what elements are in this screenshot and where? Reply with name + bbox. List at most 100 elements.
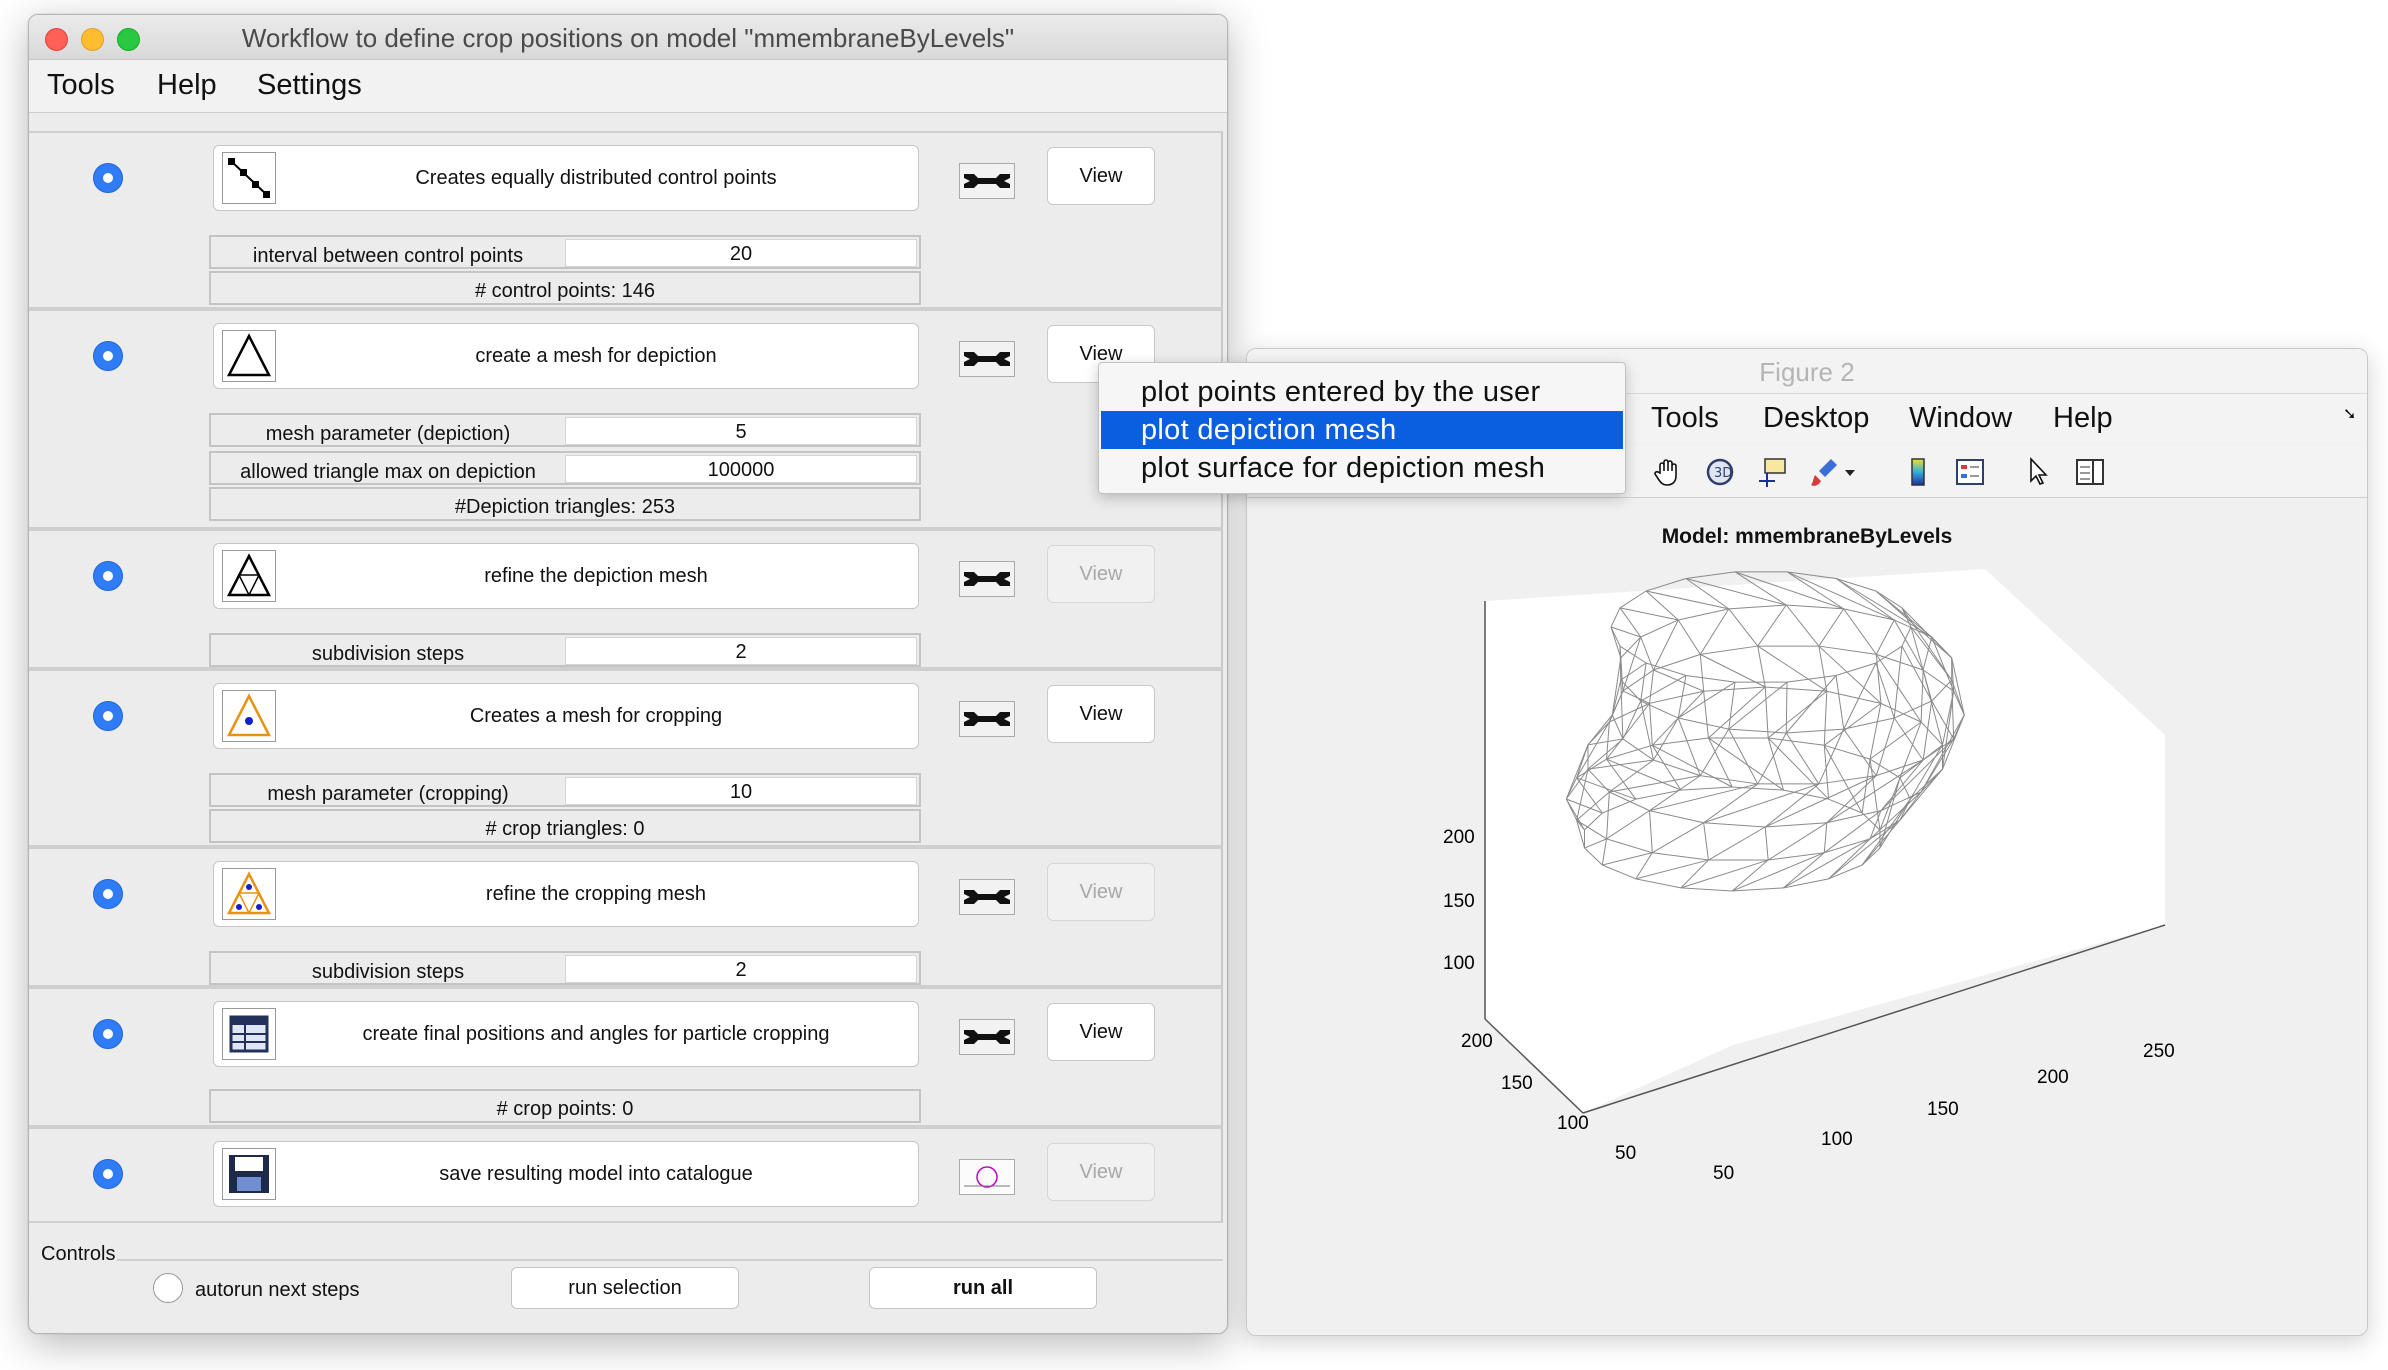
param-input[interactable]: 20 — [565, 239, 917, 267]
step-radio[interactable] — [93, 341, 123, 371]
step-final-positions: create final positions and angles for pa… — [29, 987, 1223, 1127]
x-tick-label: 100 — [1821, 1129, 1853, 1150]
menu-help[interactable]: Help — [157, 69, 217, 102]
pointer-arrow-icon[interactable] — [2021, 455, 2055, 489]
action-button[interactable]: Creates equally distributed control poin… — [213, 145, 919, 211]
data-cursor-icon[interactable] — [1755, 455, 1789, 489]
floppy-disk-icon — [222, 1148, 276, 1200]
view-button[interactable]: View — [1047, 147, 1155, 205]
refine-mesh-icon — [222, 550, 276, 602]
3d-mesh-plot[interactable]: 100 150 200 50 100 150 200 50 100 150 20… — [1247, 499, 2367, 1335]
param-input[interactable]: 2 — [565, 637, 917, 665]
z-tick-label: 100 — [1443, 953, 1475, 974]
property-inspector-icon[interactable] — [2073, 455, 2107, 489]
param-label: subdivision steps — [311, 643, 465, 665]
run-all-button[interactable]: run all — [869, 1267, 1097, 1309]
param-row: mesh parameter (cropping) 10 — [209, 773, 921, 807]
param-input[interactable]: 100000 — [565, 455, 917, 483]
param-label: mesh parameter (cropping) — [267, 783, 509, 805]
autorun-checkbox[interactable] — [153, 1273, 183, 1303]
view-button[interactable]: View — [1047, 1003, 1155, 1061]
y-tick-label: 100 — [1557, 1113, 1589, 1134]
workflow-window: Workflow to define crop positions on mod… — [28, 14, 1228, 1334]
colorbar-icon[interactable] — [1901, 455, 1935, 489]
run-selection-button[interactable]: run selection — [511, 1267, 739, 1309]
wrench-icon[interactable] — [959, 1019, 1015, 1055]
y-tick-label: 200 — [1461, 1031, 1493, 1052]
legend-icon[interactable] — [1953, 455, 1987, 489]
refine-crop-mesh-icon — [222, 868, 276, 920]
wrench-icon[interactable] — [959, 879, 1015, 915]
param-row: interval between control points 20 — [209, 235, 921, 269]
action-button[interactable]: refine the depiction mesh — [213, 543, 919, 609]
figure-menu-tools[interactable]: Tools — [1651, 402, 1719, 435]
step-radio[interactable] — [93, 701, 123, 731]
figure-menu-desktop[interactable]: Desktop — [1763, 402, 1869, 435]
popup-item-plot-surface[interactable]: plot surface for depiction mesh — [1101, 449, 1623, 487]
title-bar: Workflow to define crop positions on mod… — [29, 15, 1227, 60]
figure-menu-window[interactable]: Window — [1909, 402, 2012, 435]
menu-tools[interactable]: Tools — [47, 69, 115, 102]
control-points-icon — [222, 152, 276, 204]
wrench-icon[interactable] — [959, 561, 1015, 597]
menu-settings[interactable]: Settings — [257, 69, 362, 102]
step-radio[interactable] — [93, 879, 123, 909]
info-row: # crop triangles: 0 — [209, 809, 921, 843]
wrench-icon[interactable] — [959, 341, 1015, 377]
rotate-3d-icon[interactable]: 3D — [1703, 455, 1737, 489]
param-input[interactable]: 10 — [565, 777, 917, 805]
autorun-label: autorun next steps — [195, 1279, 360, 1301]
view-button[interactable]: View — [1047, 685, 1155, 743]
action-button[interactable]: create final positions and angles for pa… — [213, 1001, 919, 1067]
steps-panel: Creates equally distributed control poin… — [29, 113, 1227, 1233]
action-label: create final positions and angles for pa… — [362, 1023, 830, 1045]
param-input[interactable]: 5 — [565, 417, 917, 445]
view-button[interactable]: View — [1047, 1143, 1155, 1201]
info-row: # control points: 146 — [209, 271, 921, 305]
x-tick-label: 150 — [1927, 1099, 1959, 1120]
action-button[interactable]: save resulting model into catalogue — [213, 1141, 919, 1207]
step-refine-crop: refine the cropping mesh View subdivisio… — [29, 847, 1223, 987]
action-label: Creates equally distributed control poin… — [415, 167, 777, 189]
step-radio[interactable] — [93, 561, 123, 591]
controls-panel: Controls autorun next steps run selectio… — [29, 1237, 1227, 1333]
action-label: save resulting model into catalogue — [439, 1163, 753, 1185]
view-button[interactable]: View — [1047, 863, 1155, 921]
action-label: refine the depiction mesh — [484, 565, 708, 587]
action-button[interactable]: create a mesh for depiction — [213, 323, 919, 389]
action-label: create a mesh for depiction — [475, 345, 717, 367]
figure-menu-help[interactable]: Help — [2053, 402, 2113, 435]
info-row: # crop points: 0 — [209, 1089, 921, 1123]
z-tick-label: 200 — [1443, 827, 1475, 848]
wrench-icon[interactable] — [959, 701, 1015, 737]
pan-hand-icon[interactable] — [1651, 455, 1685, 489]
dock-arrow-icon[interactable]: ➘ — [2343, 404, 2356, 424]
step-radio[interactable] — [93, 163, 123, 193]
plot-area: Model: mmembraneByLevels 100 150 200 50 … — [1247, 499, 2367, 1335]
step-control-points: Creates equally distributed control poin… — [29, 131, 1223, 309]
param-input[interactable]: 2 — [565, 955, 917, 983]
action-button[interactable]: refine the cropping mesh — [213, 861, 919, 927]
brush-icon[interactable] — [1807, 455, 1841, 489]
mesh-edge — [1685, 571, 1736, 579]
step-radio[interactable] — [93, 1019, 123, 1049]
x-tick-label: 50 — [1713, 1163, 1734, 1184]
y-tick-label: 50 — [1615, 1143, 1636, 1164]
action-button[interactable]: Creates a mesh for cropping — [213, 683, 919, 749]
view-button[interactable]: View — [1047, 545, 1155, 603]
action-label: refine the cropping mesh — [485, 883, 707, 905]
model-preview-icon[interactable] — [959, 1159, 1015, 1195]
menu-bar: Tools Help Settings — [29, 60, 1227, 113]
step-crop-mesh: Creates a mesh for cropping View mesh pa… — [29, 669, 1223, 847]
step-radio[interactable] — [93, 1159, 123, 1189]
y-tick-label: 150 — [1501, 1073, 1533, 1094]
dropdown-arrow-icon[interactable] — [1843, 455, 1857, 489]
param-label: mesh parameter (depiction) — [265, 423, 511, 445]
table-icon — [222, 1008, 276, 1060]
popup-item-plot-points[interactable]: plot points entered by the user — [1101, 373, 1623, 411]
popup-item-plot-depiction-mesh[interactable]: plot depiction mesh — [1101, 411, 1623, 449]
param-label: interval between control points — [252, 245, 524, 267]
param-label: subdivision steps — [311, 961, 465, 983]
wrench-icon[interactable] — [959, 163, 1015, 199]
step-refine-depiction: refine the depiction mesh View subdivisi… — [29, 529, 1223, 669]
